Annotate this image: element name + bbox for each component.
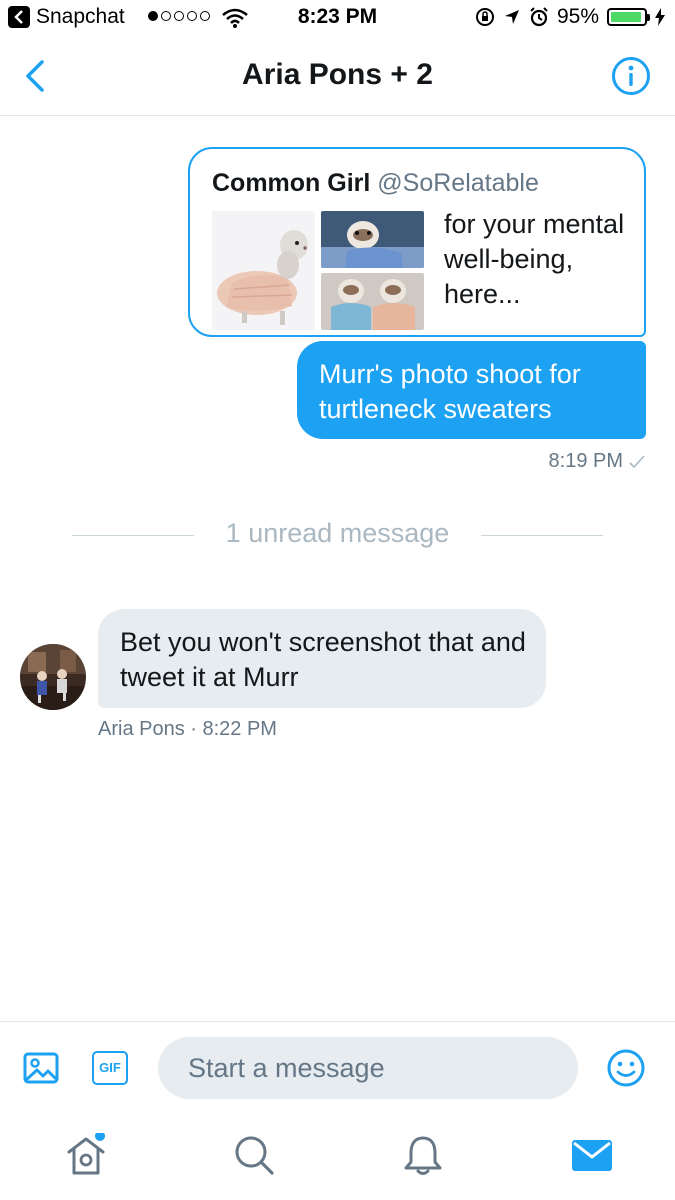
sent-check-icon <box>629 454 645 468</box>
bottom-tab-bar <box>0 1117 675 1200</box>
home-icon[interactable] <box>64 1133 108 1177</box>
add-photo-icon[interactable] <box>22 1049 60 1087</box>
unread-divider-line-right <box>481 535 603 536</box>
outgoing-message-bubble[interactable]: Murr's photo shoot for turtleneck sweate… <box>297 341 646 439</box>
incoming-message-meta: Aria Pons · 8:22 PM <box>98 718 277 740</box>
message-composer: GIF <box>0 1021 675 1117</box>
messages-icon[interactable] <box>570 1133 614 1177</box>
tweet-author-handle: @SoRelatable <box>377 169 539 197</box>
dm-conversation-screen: Snapchat 8:23 PM 95% Aria Pons + 2 Commo… <box>0 0 675 1200</box>
outgoing-message-text: Murr's photo shoot for turtleneck sweate… <box>319 359 581 424</box>
incoming-message-bubble[interactable]: Bet you won't screenshot that and tweet … <box>98 609 546 708</box>
tweet-author: Common Girl @SoRelatable <box>212 169 539 198</box>
battery-level-fill <box>611 12 642 22</box>
tweet-photo-ferret-pair[interactable] <box>321 273 424 330</box>
avatar[interactable] <box>20 644 86 710</box>
message-input[interactable] <box>158 1037 578 1099</box>
outgoing-message-meta: 8:19 PM <box>549 450 645 473</box>
notifications-icon[interactable] <box>401 1133 445 1177</box>
battery-percent: 95% <box>556 5 599 28</box>
info-icon[interactable] <box>611 56 651 96</box>
charging-bolt-icon <box>655 8 665 26</box>
tweet-text: for your mental well-being, here... <box>444 209 625 309</box>
status-bar: Snapchat 8:23 PM 95% <box>0 0 675 36</box>
home-notification-dot <box>95 1133 105 1141</box>
unread-divider: 1 unread message <box>0 516 675 552</box>
tweet-author-name: Common Girl <box>212 169 371 197</box>
unread-divider-text: 1 unread message <box>225 518 450 548</box>
shared-tweet-card[interactable]: Common Girl @SoRelatable for your mental… <box>188 147 646 337</box>
tweet-photo-ferret-blue[interactable] <box>321 211 424 268</box>
incoming-message-text: Bet you won't screenshot that and tweet … <box>120 627 526 692</box>
conversation-title[interactable]: Aria Pons + 2 <box>0 58 675 92</box>
conversation-header: Aria Pons + 2 <box>0 36 675 116</box>
emoji-icon[interactable] <box>606 1048 646 1088</box>
outgoing-message-time: 8:19 PM <box>548 450 623 472</box>
gif-button[interactable]: GIF <box>92 1051 128 1085</box>
alarm-icon <box>530 7 548 27</box>
status-right-group: 95% <box>475 5 665 29</box>
search-icon[interactable] <box>232 1133 276 1177</box>
location-arrow-icon <box>504 10 519 24</box>
tweet-photo-ferret-sweater[interactable] <box>212 211 315 330</box>
orientation-lock-icon <box>475 8 494 26</box>
battery-icon <box>607 8 650 26</box>
